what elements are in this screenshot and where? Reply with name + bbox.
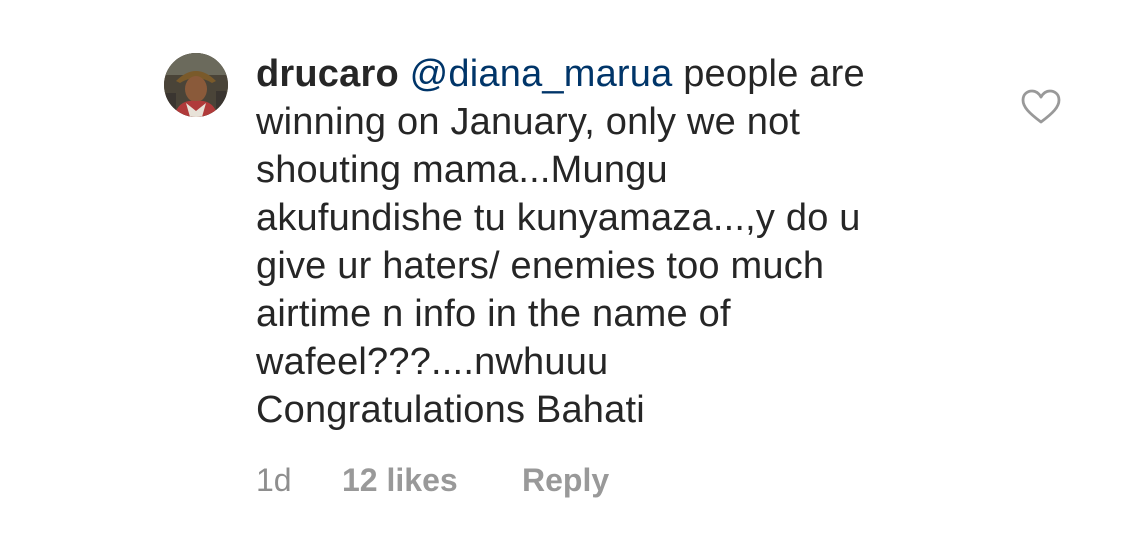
comment-line: winning on January, only we not [256,101,801,143]
comment-line: akufundishe tu kunyamaza...,y do u [256,197,861,239]
comment-timestamp: 1d [256,462,292,498]
comment-line: Congratulations Bahati [256,389,645,431]
comment-line: airtime n info in the name of [256,293,731,335]
comment-line: shouting mama...Mungu [256,149,668,191]
heart-outline-icon[interactable] [1021,89,1061,125]
reply-button[interactable]: Reply [522,458,609,502]
comment-text: drucaro @diana_marua people are winning … [256,50,956,434]
comment: drucaro @diana_marua people are winning … [0,0,1125,539]
comment-line: give ur haters/ enemies too much [256,245,825,287]
likes-count-link[interactable]: 12 likes [342,458,458,502]
comment-line: drucaro @diana_marua people are [256,50,956,98]
username-link[interactable]: drucaro [256,53,399,95]
comment-line-text: people are [672,53,865,95]
mention-link[interactable]: @diana_marua [410,53,673,95]
avatar[interactable] [164,53,228,117]
heart-icon-svg [1021,89,1061,124]
avatar-image [164,53,228,117]
comment-line: wafeel???....nwhuuu [256,341,609,383]
